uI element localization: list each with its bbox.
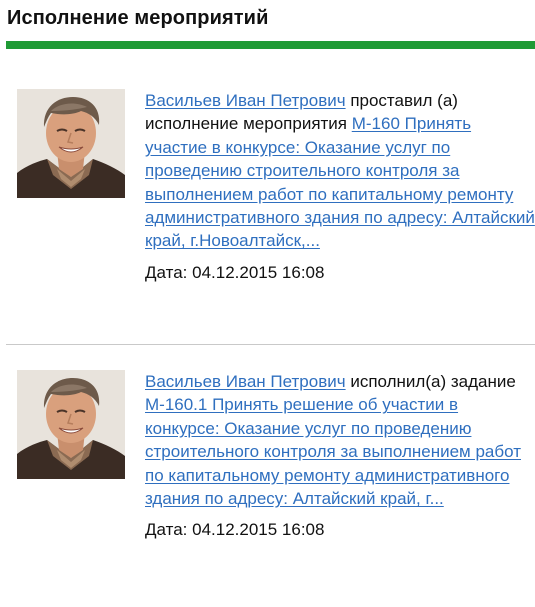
page-title: Исполнение мероприятий	[7, 7, 269, 29]
avatar[interactable]	[17, 370, 125, 479]
activity-date: Дата: 04.12.2015 16:08	[145, 518, 535, 541]
date-label: Дата:	[145, 262, 188, 282]
activity-text: Васильев Иван Петрович исполнил(а) задан…	[145, 370, 535, 542]
user-photo-icon	[17, 370, 125, 479]
event-link[interactable]: М-160 Принять участие в конкурсе: Оказан…	[145, 114, 535, 250]
user-link[interactable]: Васильев Иван Петрович	[145, 372, 346, 391]
activity-text: Васильев Иван Петрович проставил (а) исп…	[145, 89, 535, 284]
date-label: Дата:	[145, 520, 188, 540]
divider	[6, 344, 535, 345]
avatar[interactable]	[17, 89, 125, 198]
date-value: 04.12.2015 16:08	[192, 520, 325, 540]
section-header: Исполнение мероприятий	[6, 6, 535, 49]
activity-date: Дата: 04.12.2015 16:08	[145, 261, 535, 284]
task-link[interactable]: М-160.1 Принять решение об участии в кон…	[145, 395, 521, 508]
action-text: исполнил(а) задание	[345, 372, 516, 391]
header-accent-bar	[6, 41, 535, 49]
user-link[interactable]: Васильев Иван Петрович	[145, 91, 346, 110]
user-photo-icon	[17, 89, 125, 198]
date-value: 04.12.2015 16:08	[192, 262, 325, 282]
